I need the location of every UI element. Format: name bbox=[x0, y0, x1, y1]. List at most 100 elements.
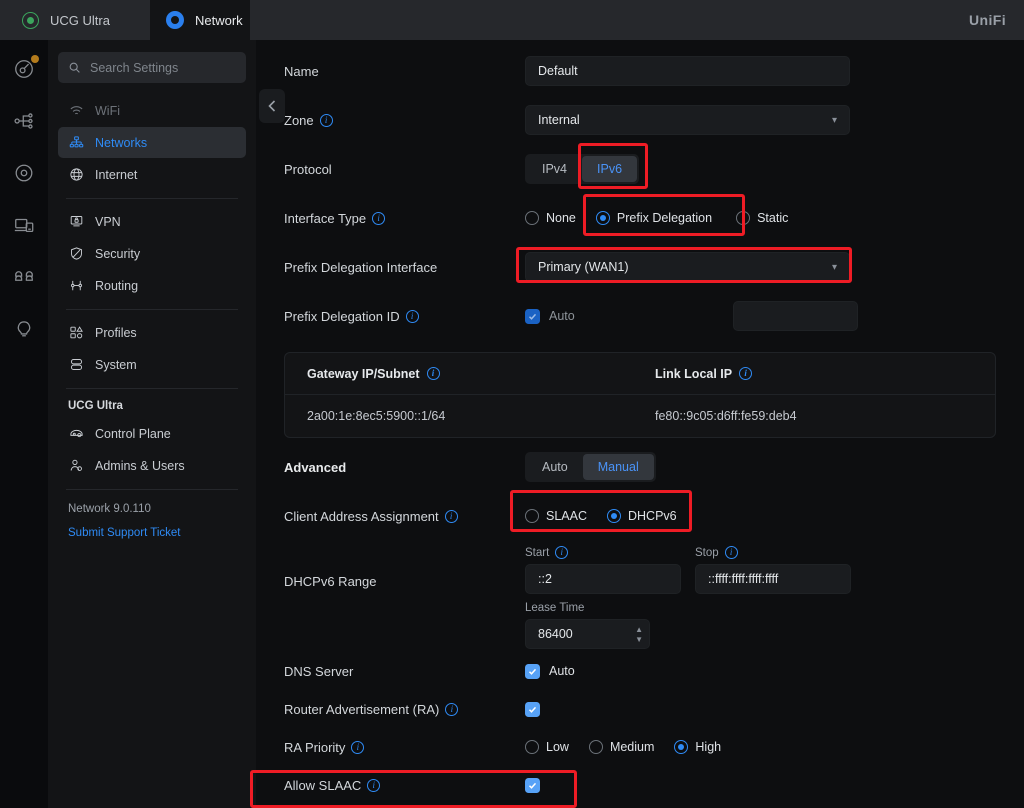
advanced-option-manual[interactable]: Manual bbox=[582, 454, 654, 480]
client-address-assignment-label-text: Client Address Assignment bbox=[284, 509, 439, 524]
back-button[interactable] bbox=[259, 89, 285, 123]
protocol-label: Protocol bbox=[284, 162, 332, 177]
dhcpv6-stop-info-icon[interactable]: i bbox=[724, 546, 738, 559]
interface-type-label: Interface Type i bbox=[284, 197, 525, 226]
rail-topology-icon[interactable] bbox=[9, 106, 39, 136]
allow-slaac-checkbox[interactable] bbox=[525, 777, 540, 793]
sidebar-item-admins-users[interactable]: Admins & Users bbox=[58, 450, 246, 481]
client-address-option-dhcpv6[interactable]: DHCPv6 bbox=[607, 509, 677, 523]
radio-dot bbox=[736, 211, 751, 225]
radio-label: None bbox=[546, 211, 576, 225]
interface-type-option-prefix-delegation[interactable]: Prefix Delegation bbox=[595, 211, 713, 225]
zone-info-icon[interactable]: i bbox=[319, 114, 333, 127]
dhcpv6-stop-input[interactable]: ::ffff:ffff:ffff:ffff bbox=[695, 564, 851, 594]
ra-priority-option-high[interactable]: High bbox=[674, 740, 721, 754]
sidebar-item-networks[interactable]: Networks bbox=[58, 127, 246, 158]
lease-time-stepper[interactable]: 86400 ▲ ▼ bbox=[525, 619, 650, 649]
topbar-right: UniFi bbox=[250, 0, 1024, 40]
interface-type-option-none[interactable]: None bbox=[525, 211, 576, 225]
rail-dashboard-icon[interactable] bbox=[9, 54, 39, 84]
radio-label: Prefix Delegation bbox=[616, 211, 713, 225]
interface-type-option-static[interactable]: Static bbox=[736, 211, 788, 225]
sidebar-item-label: Profiles bbox=[95, 325, 137, 340]
sidebar-item-internet[interactable]: Internet bbox=[58, 159, 246, 190]
sidebar-item-system[interactable]: System bbox=[58, 349, 246, 380]
control-plane-icon bbox=[68, 426, 84, 442]
tab-network[interactable]: Network bbox=[150, 0, 250, 40]
client-address-option-slaac[interactable]: SLAAC bbox=[525, 509, 587, 523]
system-icon bbox=[68, 357, 84, 373]
zone-select[interactable]: Internal ▾ bbox=[525, 105, 850, 135]
sidebar-item-profiles[interactable]: Profiles bbox=[58, 317, 246, 348]
auto-checkbox[interactable] bbox=[525, 308, 540, 324]
protocol-option-ipv4[interactable]: IPv4 bbox=[527, 156, 582, 182]
sidebar-item-control-plane[interactable]: Control Plane bbox=[58, 418, 246, 449]
advanced-segmented-control: Auto Manual bbox=[525, 452, 656, 482]
name-input[interactable]: Default bbox=[525, 56, 850, 86]
advanced-option-auto[interactable]: Auto bbox=[527, 454, 583, 480]
sidebar-divider bbox=[66, 198, 238, 199]
protocol-option-ipv6[interactable]: IPv6 bbox=[582, 156, 638, 182]
router-advertisement-checkbox[interactable] bbox=[525, 701, 540, 717]
ra-priority-option-medium[interactable]: Medium bbox=[588, 740, 655, 754]
sidebar-item-label: VPN bbox=[95, 214, 121, 229]
sidebar-item-label: Security bbox=[95, 246, 141, 261]
allow-slaac-info-icon[interactable]: i bbox=[367, 779, 381, 792]
shield-icon bbox=[68, 246, 84, 262]
sidebar-divider bbox=[66, 489, 238, 490]
rail-devices-icon[interactable] bbox=[9, 210, 39, 240]
allow-slaac-label: Allow SLAAC i bbox=[284, 770, 525, 793]
sidebar-item-label: Internet bbox=[95, 167, 138, 182]
stepper-arrows[interactable]: ▲ ▼ bbox=[635, 625, 643, 643]
sidebar-item-label: WiFi bbox=[95, 103, 120, 118]
dhcpv6-start-label: Start bbox=[525, 546, 550, 559]
radio-label: High bbox=[695, 740, 722, 754]
tab-console-ucg-ultra[interactable]: UCG Ultra bbox=[0, 0, 150, 40]
rail-insights-icon[interactable] bbox=[9, 314, 39, 344]
radio-dot bbox=[595, 211, 610, 225]
ra-priority-option-low[interactable]: Low bbox=[525, 740, 569, 754]
link-local-ip-value: fe80::9c05:d6ff:fe59:deb4 bbox=[655, 409, 797, 423]
gateway-ip-subnet-value: 2a00:1e:8ec5:5900::1/64 bbox=[307, 409, 446, 423]
link-local-ip-info-icon[interactable]: i bbox=[739, 367, 753, 380]
admins-users-icon bbox=[68, 458, 84, 474]
rail-unifi-os-icon[interactable] bbox=[9, 158, 39, 188]
router-advertisement-info-icon[interactable]: i bbox=[445, 703, 459, 716]
submit-support-ticket-link[interactable]: Submit Support Ticket bbox=[58, 515, 246, 539]
dns-auto-checkbox[interactable] bbox=[525, 663, 540, 679]
radio-dot bbox=[525, 740, 539, 754]
lease-time-label: Lease Time bbox=[525, 602, 585, 614]
wifi-icon bbox=[68, 103, 84, 119]
lease-time-value: 86400 bbox=[538, 627, 573, 641]
networks-icon bbox=[68, 135, 84, 151]
rail-clients-icon[interactable] bbox=[9, 262, 39, 292]
stepper-up-icon[interactable]: ▲ bbox=[635, 625, 643, 633]
ra-priority-info-icon[interactable]: i bbox=[351, 741, 365, 754]
dhcpv6-stop-label-wrap: Stop i bbox=[695, 546, 851, 559]
row-protocol: Protocol IPv4 IPv6 bbox=[256, 148, 1024, 197]
prefix-delegation-interface-select[interactable]: Primary (WAN1) ▾ bbox=[525, 252, 850, 282]
sidebar-item-routing[interactable]: Routing bbox=[58, 270, 246, 301]
dhcpv6-start-info-icon[interactable]: i bbox=[555, 546, 569, 559]
router-advertisement-toggle bbox=[525, 694, 1002, 724]
sidebar-item-vpn[interactable]: VPN bbox=[58, 206, 246, 237]
interface-type-info-icon[interactable]: i bbox=[372, 212, 386, 225]
prefix-delegation-id-input[interactable] bbox=[733, 301, 858, 331]
sidebar-item-security[interactable]: Security bbox=[58, 238, 246, 269]
client-address-assignment-info-icon[interactable]: i bbox=[444, 510, 458, 523]
chevron-down-icon: ▾ bbox=[831, 114, 837, 126]
sidebar-item-label: Admins & Users bbox=[95, 458, 185, 473]
row-prefix-delegation-interface: Prefix Delegation Interface Primary (WAN… bbox=[256, 246, 1024, 295]
gateway-ip-info-icon[interactable]: i bbox=[426, 367, 440, 380]
radio-label: Medium bbox=[609, 740, 655, 754]
row-lease-time: Lease Time 86400 ▲ ▼ bbox=[256, 600, 1024, 656]
dhcpv6-start-input[interactable]: ::2 bbox=[525, 564, 681, 594]
sidebar-item-wifi[interactable]: WiFi bbox=[58, 95, 246, 126]
tab-network-label: Network bbox=[195, 12, 243, 28]
prefix-delegation-id-info-icon[interactable]: i bbox=[405, 310, 419, 323]
search-settings-input[interactable]: Search Settings bbox=[58, 52, 246, 83]
ra-priority-label-text: RA Priority bbox=[284, 740, 346, 755]
stepper-down-icon[interactable]: ▼ bbox=[635, 635, 643, 643]
chevron-down-icon: ▾ bbox=[831, 261, 837, 273]
top-bar: UCG Ultra Network UniFi bbox=[0, 0, 1024, 40]
